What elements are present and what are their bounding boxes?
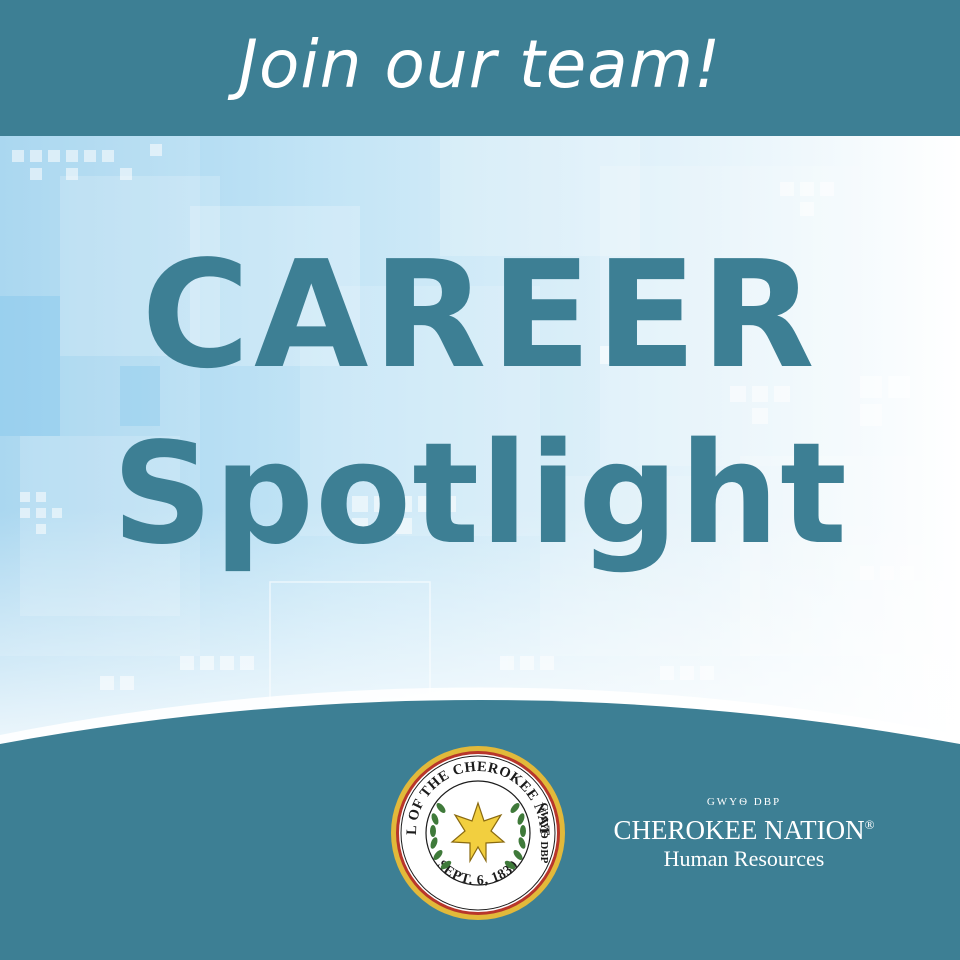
org-name-line: CHEROKEE NATION® (598, 809, 890, 846)
seal-ring-text-side: GWYѲ DBP (538, 803, 550, 864)
career-spotlight-graphic: Join our team! CAREER Spotlight L OF THE… (0, 0, 960, 960)
cherokee-nation-seal-icon: SEAL OF THE CHEROKEE NATION SEPT. 6, 183… (390, 745, 565, 920)
org-name: CHEROKEE NATION (613, 815, 865, 845)
org-syllabary: GWYѲ DBP (706, 796, 782, 808)
organization-logo: GWYѲ DBP CHEROKEE NATION® Human Resource… (598, 795, 890, 872)
org-department: Human Resources (663, 846, 825, 871)
registered-mark: ® (864, 817, 875, 832)
